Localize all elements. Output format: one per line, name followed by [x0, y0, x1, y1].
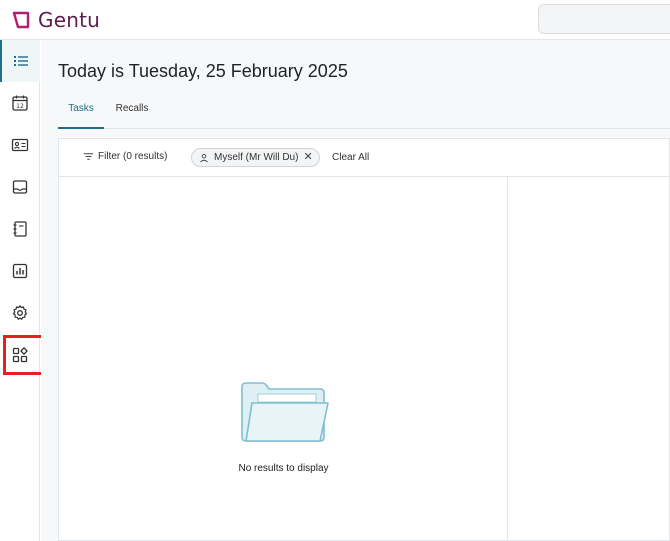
sidebar-item-apps[interactable] — [0, 334, 40, 376]
task-list-column: No results to display — [59, 177, 508, 541]
calendar-icon: 12 — [12, 95, 28, 111]
inbox-icon — [12, 180, 28, 194]
sidebar-item-appointments[interactable]: 12 — [0, 82, 40, 124]
empty-folder-icon — [240, 382, 329, 442]
filter-icon — [83, 153, 94, 160]
close-icon[interactable]: ✕ — [303, 152, 312, 163]
chart-icon — [12, 263, 28, 279]
list-icon — [14, 56, 28, 66]
user-icon — [200, 153, 208, 162]
filter-chip-label: Myself (Mr Will Du) — [214, 152, 299, 163]
gentu-logo[interactable]: Gentu — [12, 8, 100, 32]
sidebar-item-reports[interactable] — [0, 250, 40, 292]
sidebar-item-patients[interactable] — [0, 124, 40, 166]
clear-all-button[interactable]: Clear All — [332, 152, 369, 163]
id-card-icon — [11, 138, 29, 152]
notebook-icon — [13, 221, 27, 237]
filter-label: Filter (0 results) — [98, 151, 168, 162]
sidebar: 12 — [0, 40, 40, 541]
calendar-day-label: 12 — [16, 103, 24, 110]
gentu-logo-icon — [12, 11, 30, 29]
tab-recalls[interactable]: Recalls — [113, 94, 151, 129]
sidebar-item-inbox[interactable] — [0, 166, 40, 208]
global-search-input[interactable] — [538, 4, 670, 34]
sidebar-item-settings[interactable] — [0, 292, 40, 334]
tab-tasks[interactable]: Tasks — [58, 94, 104, 129]
empty-state-message: No results to display — [238, 463, 329, 474]
filter-button[interactable]: Filter (0 results) — [83, 151, 167, 162]
empty-state: No results to display — [59, 377, 508, 474]
main-content: Today is Tuesday, 25 February 2025 Tasks… — [41, 40, 670, 541]
app-name: Gentu — [38, 8, 100, 32]
filter-bar: Filter (0 results) Myself (Mr Will Du) ✕… — [59, 139, 670, 177]
gear-icon — [12, 305, 28, 320]
tasks-panel: Filter (0 results) Myself (Mr Will Du) ✕… — [58, 138, 670, 541]
top-bar: Gentu — [0, 0, 670, 40]
tab-bar: Tasks Recalls — [58, 94, 670, 129]
filter-chip-myself[interactable]: Myself (Mr Will Du) ✕ — [191, 148, 320, 167]
apps-icon — [12, 347, 28, 363]
sidebar-item-task-list[interactable] — [0, 40, 40, 82]
page-title: Today is Tuesday, 25 February 2025 — [58, 61, 348, 81]
sidebar-item-notebook[interactable] — [0, 208, 40, 250]
